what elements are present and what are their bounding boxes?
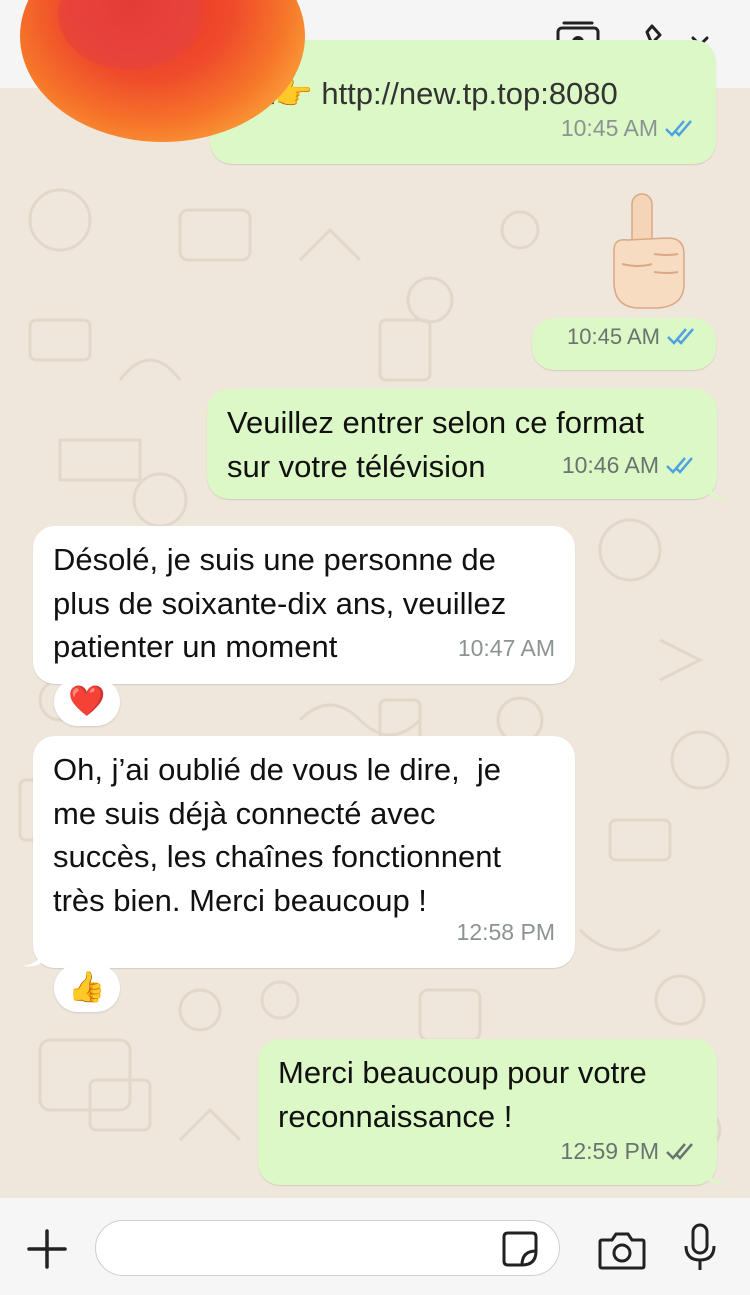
message-time: 10:45 AM [567,323,660,349]
bubble-tail [706,1164,728,1185]
delivered-receipt-icon [666,1143,693,1161]
message-bubble-incoming[interactable]: Désolé, je suis une personne de plus de … [33,526,575,684]
plus-icon[interactable] [26,1228,68,1270]
message-meta: 10:46 AM [562,444,697,488]
camera-icon[interactable] [598,1228,646,1270]
microphone-icon[interactable] [680,1222,720,1274]
message-time: 10:45 AM [560,114,658,141]
read-receipt-icon [666,457,693,475]
reaction-badge[interactable]: 👍 [54,964,120,1012]
reaction-badge[interactable]: ❤️ [54,678,120,726]
reaction-emoji: ❤️ [68,685,106,718]
message-text: Merci beaucoup pour votre reconnaissance… [278,1055,647,1134]
bubble-tail [22,946,44,967]
message-input[interactable] [95,1220,560,1276]
message-meta: 10:45 AM [561,107,696,151]
message-bubble-outgoing[interactable]: Veuillez entrer selon ce format sur votr… [207,389,717,499]
pointing-up-emoji [613,193,685,309]
bubble-tail [706,478,728,499]
message-bubble-incoming[interactable]: Oh, j’ai oublié de vous le dire, je me s… [33,736,575,968]
message-time: 10:46 AM [561,451,659,478]
message-meta: 12:58 PM [457,911,555,955]
read-receipt-icon [667,328,694,346]
message-text: Oh, j’ai oublié de vous le dire, je me s… [53,752,502,918]
message-bubble-outgoing[interactable]: 10:45 AM [532,318,716,370]
message-bubble-outgoing[interactable]: Merci beaucoup pour votre reconnaissance… [258,1039,717,1185]
message-meta: 10:45 AM [567,315,698,359]
message-meta: 12:59 PM [561,1130,697,1174]
message-meta: 10:47 AM [458,627,555,671]
sticker-icon[interactable] [500,1229,540,1269]
reaction-emoji: 👍 [68,971,106,1004]
message-time: 10:47 AM [457,634,555,661]
message-time: 12:59 PM [560,1137,659,1164]
message-time: 12:58 PM [456,918,555,945]
read-receipt-icon [665,120,692,138]
message-text: Désolé, je suis une personne de plus de … [53,542,507,664]
